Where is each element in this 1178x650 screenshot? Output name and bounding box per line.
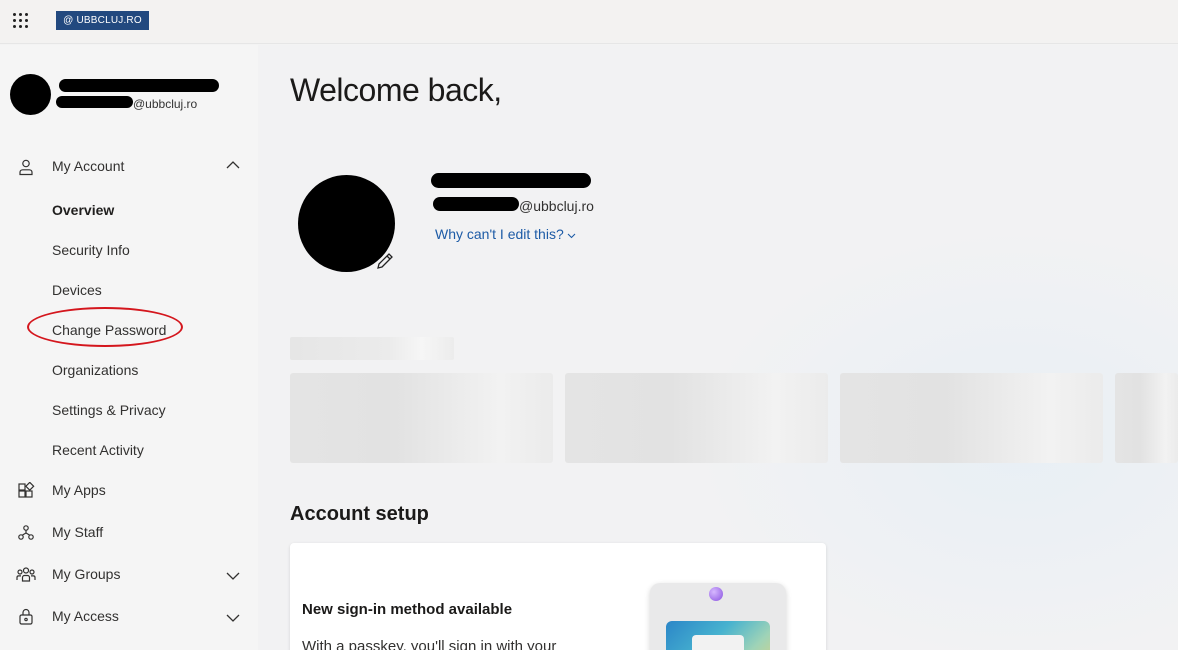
chevron-up-icon[interactable] <box>226 157 240 171</box>
redacted-user-email <box>56 96 133 108</box>
redacted-user-name <box>59 79 219 92</box>
person-icon <box>16 157 36 177</box>
nav-my-apps-label: My Apps <box>52 482 106 498</box>
illustration-slot <box>692 635 744 650</box>
why-cant-edit-label: Why can't I edit this? <box>435 226 564 242</box>
redacted-profile-email <box>433 197 519 211</box>
redacted-display-name <box>431 173 591 188</box>
nav-my-access-label: My Access <box>52 608 119 624</box>
nav-my-groups-label: My Groups <box>52 566 121 582</box>
staff-icon <box>16 523 36 543</box>
nav-my-groups[interactable]: My Groups <box>0 556 258 592</box>
loading-placeholder-card <box>840 373 1103 463</box>
card-heading: New sign-in method available <box>302 601 513 618</box>
loading-placeholder-card <box>1115 373 1178 463</box>
pencil-edit-icon[interactable] <box>374 250 396 272</box>
nav-devices[interactable]: Devices <box>52 282 102 298</box>
profile-email-domain: @ubbcluj.ro <box>519 198 594 214</box>
chevron-down-icon[interactable] <box>226 569 240 583</box>
why-cant-edit-link[interactable]: Why can't I edit this? <box>435 226 576 242</box>
nav-settings-privacy[interactable]: Settings & Privacy <box>52 402 166 418</box>
organization-logo: @ UBBCLUJ.RO <box>56 11 149 30</box>
apps-icon <box>16 481 36 501</box>
nav-security-info[interactable]: Security Info <box>52 242 130 258</box>
chevron-down-icon <box>567 226 576 242</box>
page-title: Welcome back, <box>290 72 502 108</box>
card-body-text: With a passkey, you'll sign in with your <box>302 638 557 650</box>
sign-in-method-card[interactable]: New sign-in method available With a pass… <box>290 543 826 650</box>
account-setup-title: Account setup <box>290 503 429 525</box>
app-launcher-icon[interactable] <box>10 11 30 31</box>
nav-overview[interactable]: Overview <box>52 202 114 218</box>
nav-organizations[interactable]: Organizations <box>52 362 138 378</box>
nav-my-apps[interactable]: My Apps <box>0 472 258 508</box>
nav-my-access[interactable]: My Access <box>0 598 258 634</box>
chevron-down-icon[interactable] <box>226 611 240 625</box>
nav-my-account[interactable]: My Account <box>0 148 258 184</box>
main-content: Welcome back, @ubbcluj.ro Why can't I ed… <box>258 45 1178 650</box>
avatar[interactable] <box>10 74 51 115</box>
highlight-circle-annotation <box>27 307 183 347</box>
nav-my-account-label: My Account <box>52 158 125 174</box>
loading-placeholder-card <box>290 373 553 463</box>
groups-icon <box>16 565 36 585</box>
sidebar: @ubbcluj.ro My Account Overview Security… <box>0 45 258 650</box>
nav-recent-activity[interactable]: Recent Activity <box>52 442 144 458</box>
loading-placeholder-card <box>565 373 828 463</box>
passkey-illustration <box>650 583 786 650</box>
loading-placeholder-title <box>290 337 454 360</box>
access-icon <box>16 607 36 627</box>
nav-my-staff-label: My Staff <box>52 524 104 540</box>
top-bar: @ UBBCLUJ.RO <box>0 0 1178 44</box>
pin-icon <box>709 587 723 601</box>
nav-my-staff[interactable]: My Staff <box>0 514 258 550</box>
user-email-domain: @ubbcluj.ro <box>133 97 198 111</box>
